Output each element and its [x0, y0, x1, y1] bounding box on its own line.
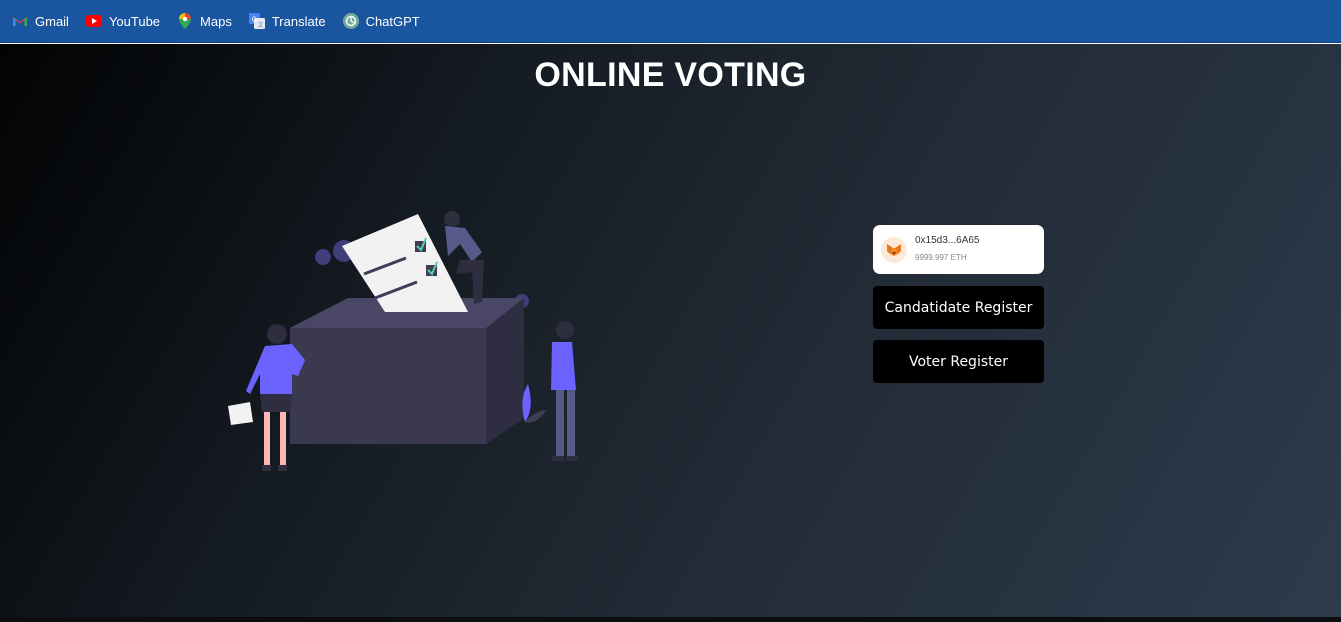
translate-icon: G文	[248, 13, 265, 29]
metamask-fox-icon	[881, 236, 907, 263]
wallet-balance: 9999.997 ETH	[915, 253, 967, 262]
voter-register-button[interactable]: Voter Register	[873, 340, 1044, 383]
bookmark-label: Translate	[271, 13, 326, 29]
voting-illustration	[228, 211, 578, 471]
chatgpt-icon	[342, 13, 359, 29]
maps-icon	[177, 13, 193, 29]
gmail-icon	[12, 13, 28, 29]
bookmark-label: Maps	[200, 13, 232, 29]
bookmarks-bar: Gmail YouTube Maps G文 Translate ChatGPT	[0, 0, 1341, 43]
wallet-account-button[interactable]: 0x15d3...6A65 9999.997 ETH	[873, 225, 1044, 274]
bookmark-translate[interactable]: G文 Translate	[248, 13, 326, 29]
bookmark-label: YouTube	[108, 13, 161, 29]
bottom-edge	[0, 617, 1341, 622]
bookmark-youtube[interactable]: YouTube	[85, 13, 161, 29]
bookmark-chatgpt[interactable]: ChatGPT	[342, 13, 420, 29]
bookmark-maps[interactable]: Maps	[177, 13, 232, 29]
wallet-address: 0x15d3...6A65	[915, 235, 980, 246]
bookmark-label: Gmail	[35, 13, 69, 29]
page-title: ONLINE VOTING	[534, 56, 807, 94]
svg-text:G: G	[251, 16, 256, 24]
wallet-info: 0x15d3...6A65 9999.997 ETH	[915, 234, 980, 265]
candidate-register-button[interactable]: Candatidate Register	[873, 286, 1044, 329]
youtube-icon	[85, 13, 102, 29]
bookmark-gmail[interactable]: Gmail	[12, 13, 69, 29]
main-content: ONLINE VOTING 0x15d3...6A65 9999.997 ETH…	[0, 44, 1341, 617]
bookmark-label: ChatGPT	[365, 13, 420, 29]
svg-text:文: 文	[257, 21, 263, 29]
